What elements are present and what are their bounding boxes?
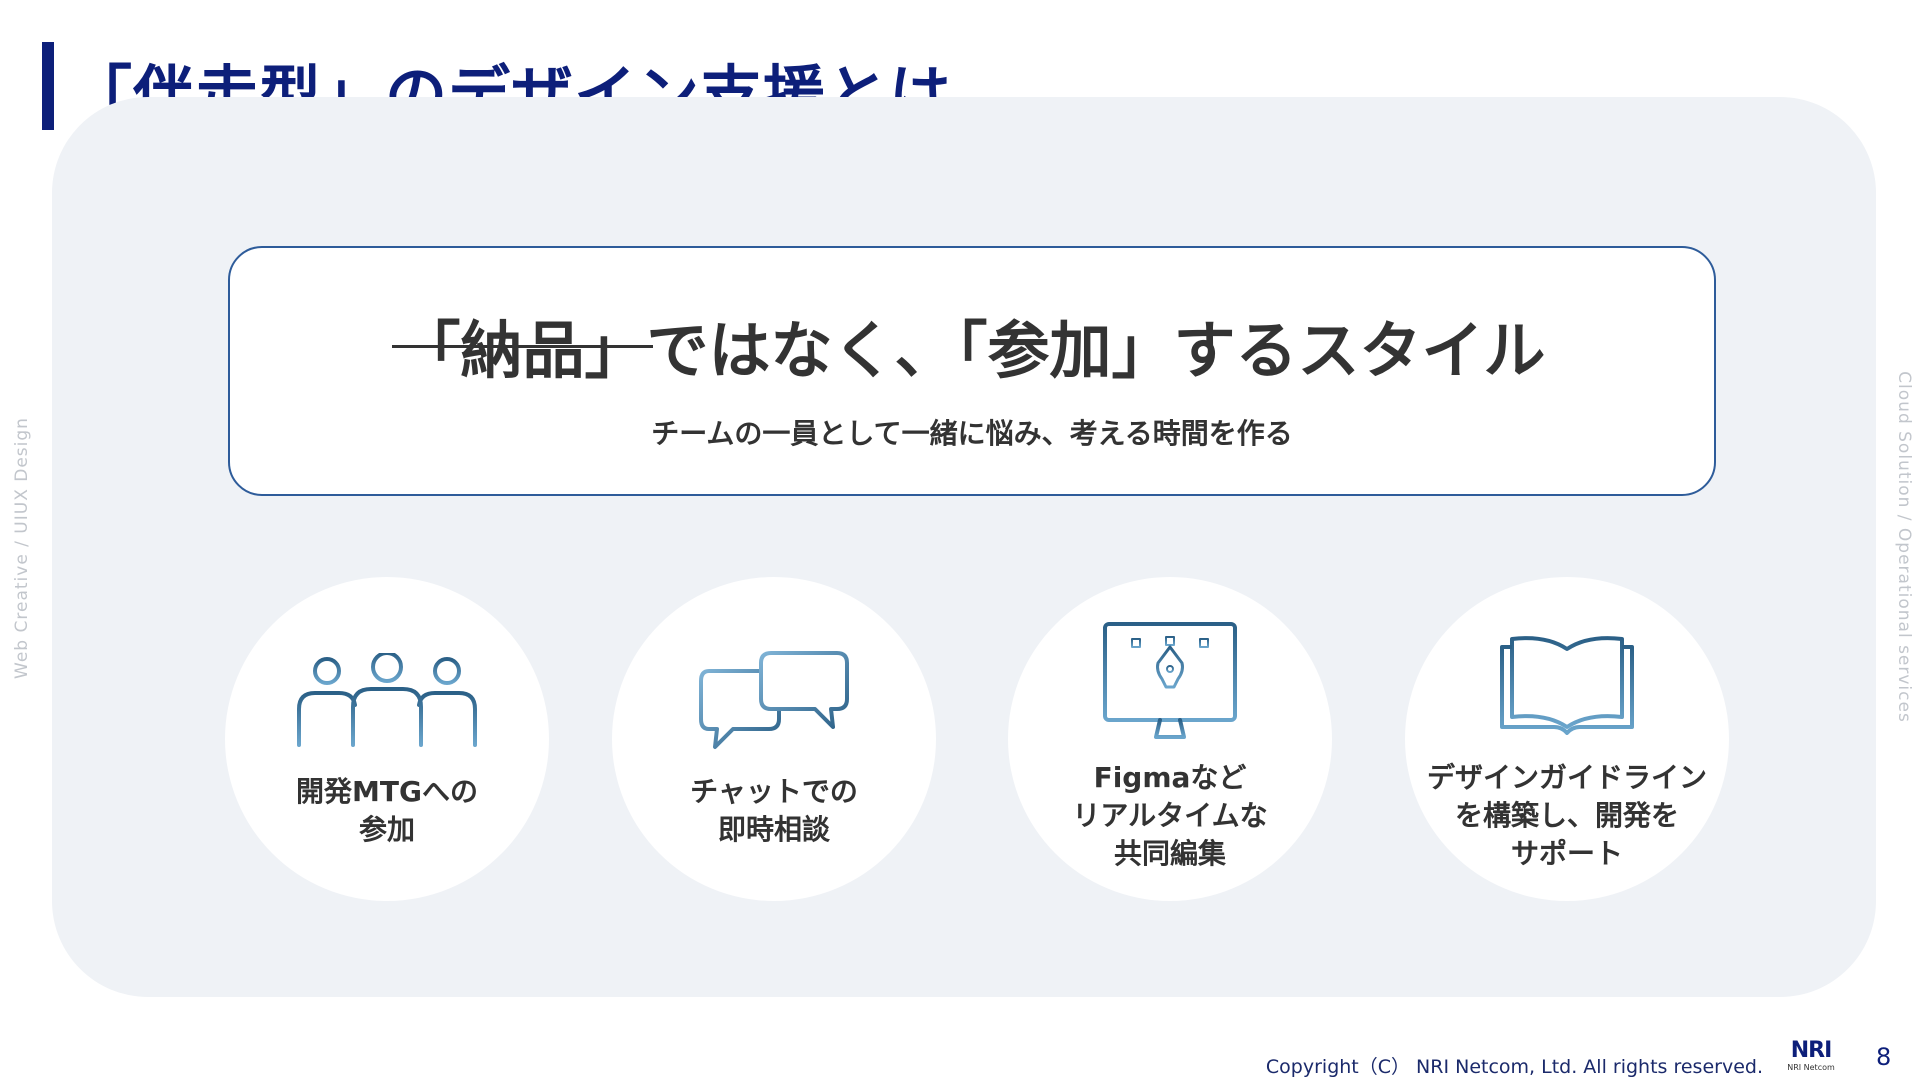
- card-figma: Figmaなど リアルタイムな 共同編集: [1008, 577, 1332, 901]
- card-figma-label: Figmaなど リアルタイムな 共同編集: [1072, 761, 1268, 870]
- card-guideline-label: デザインガイドライン を構築し、開発を サポート: [1426, 761, 1707, 870]
- card-chat: チャットでの 即時相談: [612, 577, 936, 901]
- side-label-right: Cloud Solution / Operational services: [1894, 371, 1914, 723]
- team-icon: [297, 653, 477, 747]
- lead-title: 「納品」ではなく、「参加」するスタイル: [230, 300, 1714, 390]
- lead-box: 「納品」ではなく、「参加」するスタイル チームの一員として一緒に悩み、考える時間…: [228, 246, 1716, 496]
- side-label-left: Web Creative / UIUX Design: [12, 417, 32, 679]
- monitor-pen-icon: [1103, 622, 1237, 743]
- card-guideline: デザインガイドライン を構築し、開発を サポート: [1405, 577, 1729, 901]
- struck-text: 「納品」: [392, 300, 653, 390]
- card-meeting-label: 開発MTGへの 参加: [296, 775, 478, 846]
- footer-copyright: Copyright（C） NRI Netcom, Ltd. All rights…: [1265, 1056, 1763, 1078]
- lead-main-text: ではなく、「参加」するスタイル: [646, 314, 1546, 387]
- lead-subtitle: チームの一員として一緒に悩み、考える時間を作る: [651, 417, 1293, 450]
- book-icon: [1500, 636, 1634, 735]
- company-logo: NRI NRI Netcom: [1782, 1040, 1840, 1074]
- card-meeting: 開発MTGへの 参加: [225, 577, 549, 901]
- title-accent-bar: [42, 42, 54, 130]
- card-chat-label: チャットでの 即時相談: [690, 775, 858, 846]
- page-number: 8: [1876, 1043, 1892, 1071]
- slide: 「伴走型」のデザイン支援とは 「納品」ではなく、「参加」するスタイル チームの一…: [0, 0, 1920, 1080]
- logo-mark: NRI: [1790, 1038, 1833, 1063]
- chat-icon: [699, 651, 849, 749]
- logo-subtext: NRI Netcom: [1787, 1063, 1835, 1072]
